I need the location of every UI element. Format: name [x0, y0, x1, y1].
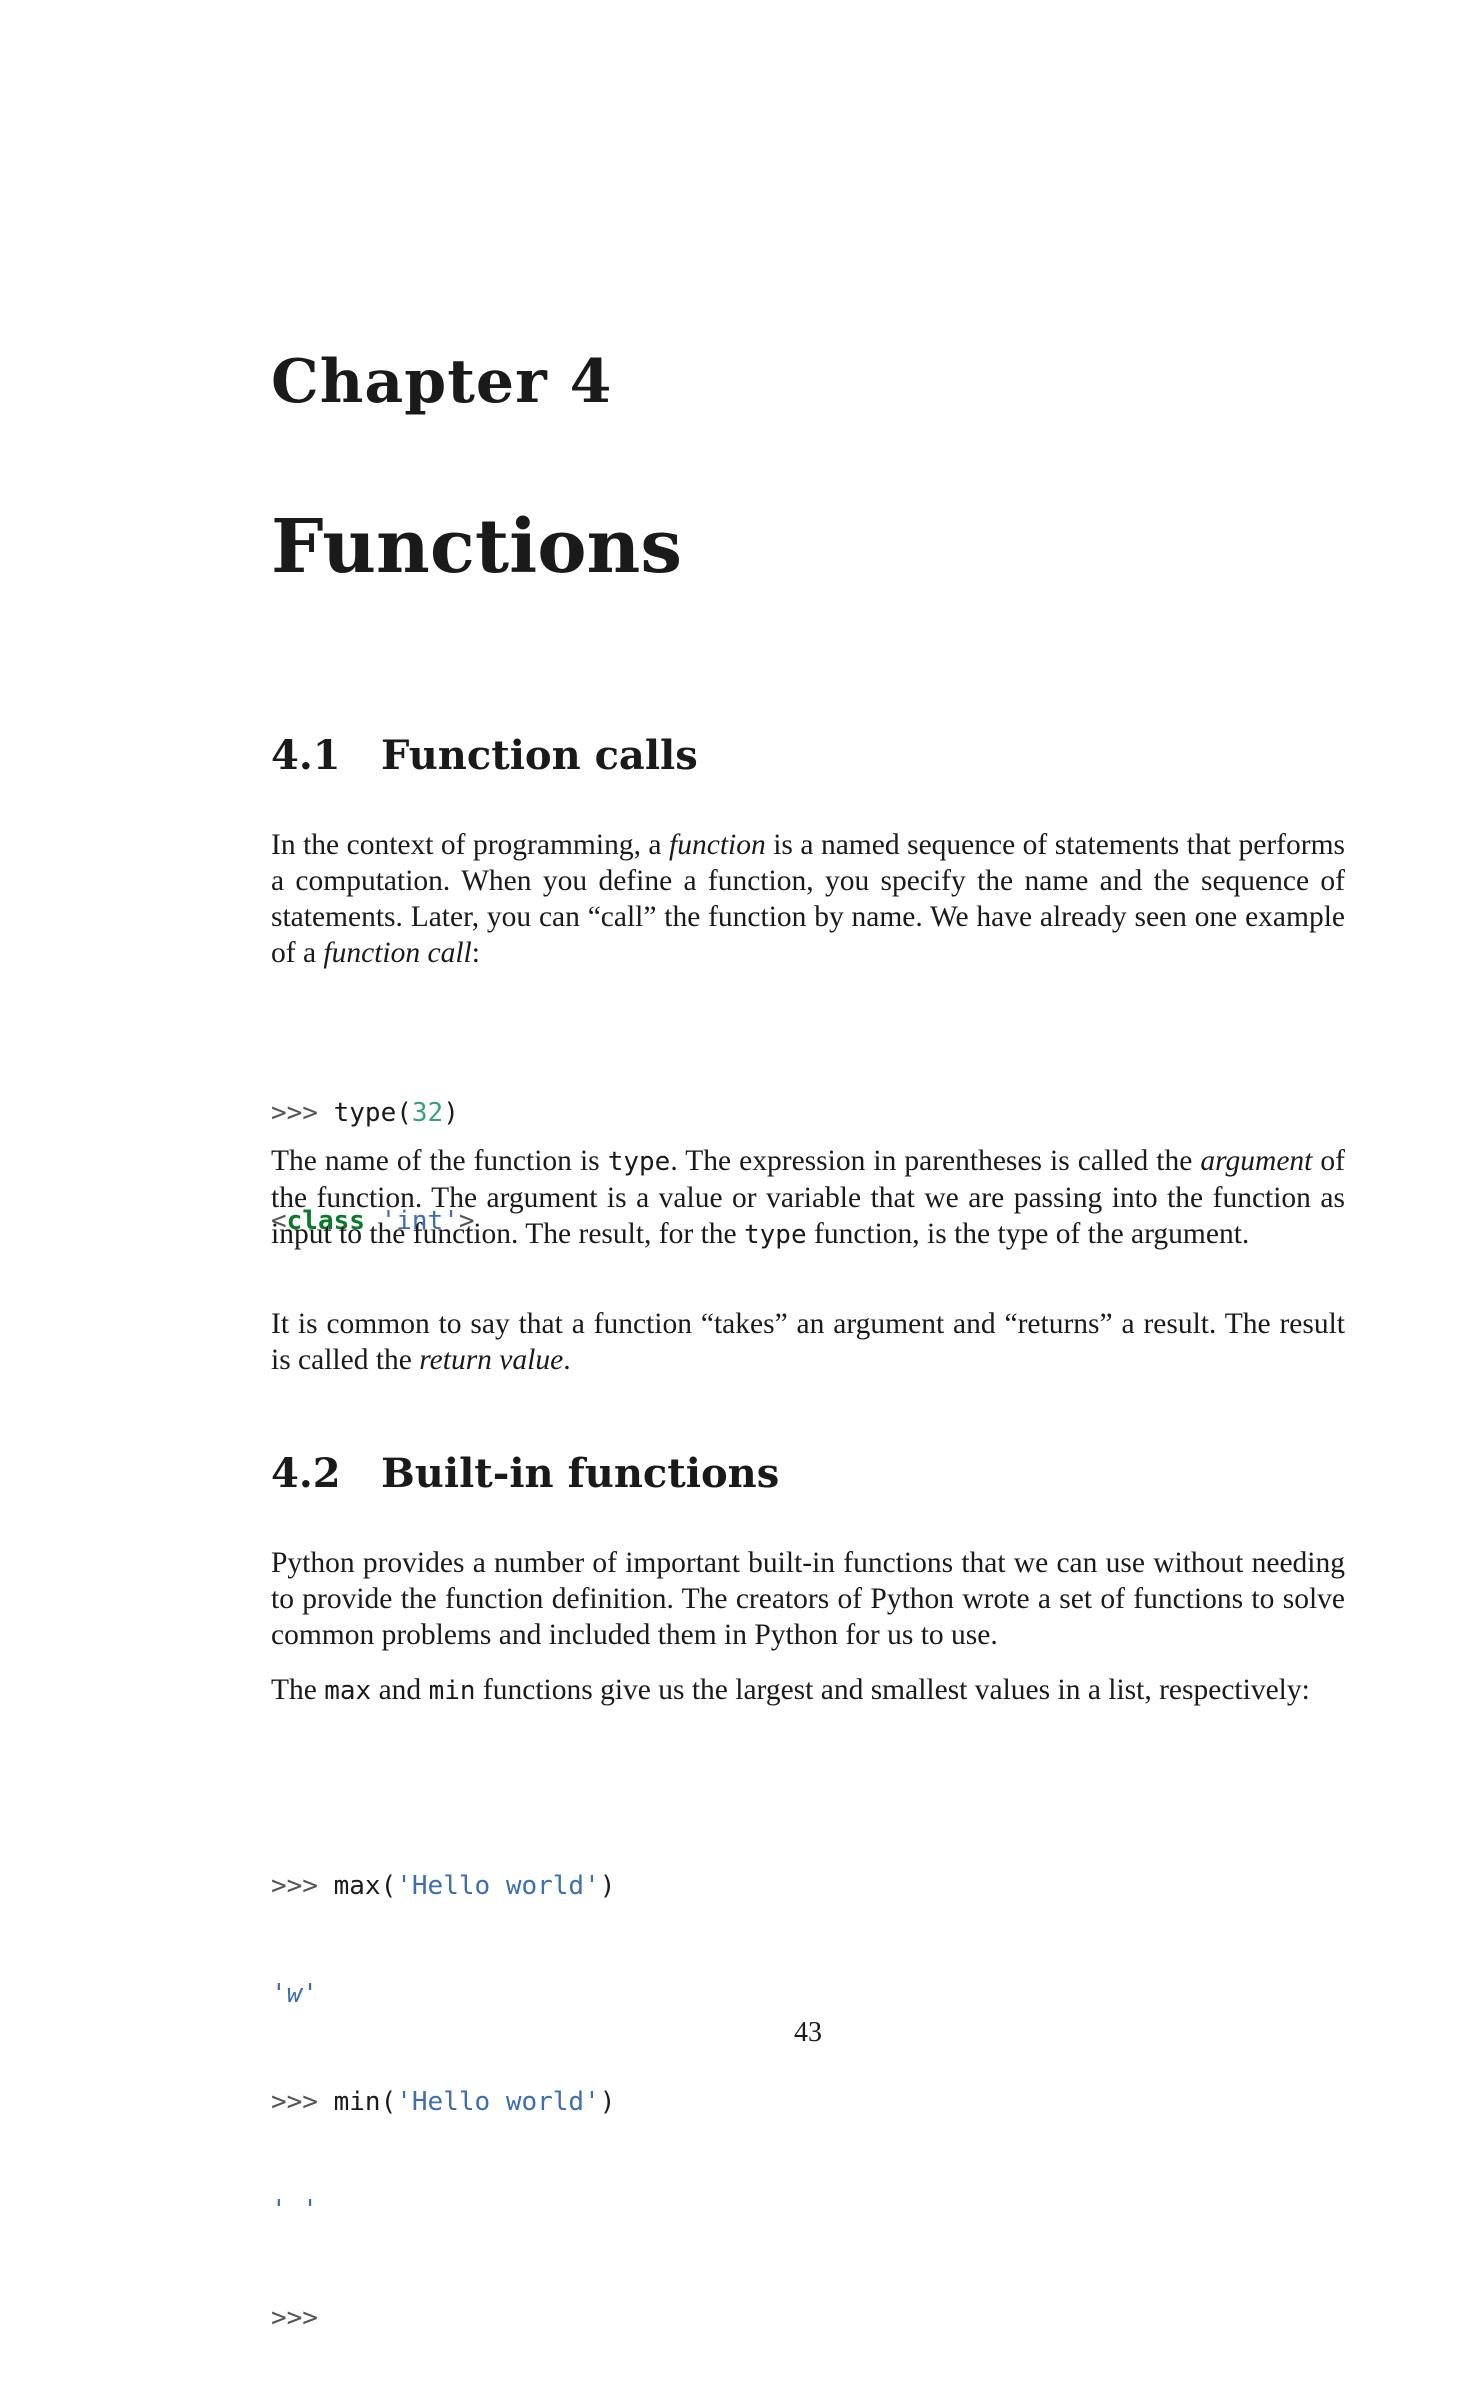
emphasis-term: return value [419, 1344, 564, 1376]
code-line: ' ' [271, 2192, 615, 2228]
code-block-max-min: >>> max('Hello world') 'w' >>> min('Hell… [271, 1796, 615, 2408]
code-line: >>> type(32) [271, 1095, 475, 1131]
code-number: 32 [411, 1098, 444, 1128]
paragraph-max-min: The max and min functions give us the la… [271, 1672, 1345, 1709]
chapter-label: Chapter 4 [271, 347, 613, 417]
emphasis-term: function call [323, 937, 472, 969]
text-run: The [271, 1674, 325, 1706]
text-run: functions give us the largest and smalle… [475, 1674, 1310, 1706]
text-run: : [471, 937, 480, 969]
code-fn: max( [333, 1871, 397, 1901]
code-output: ' ' [271, 2195, 318, 2225]
code-paren: ) [599, 1871, 616, 1901]
code-string: 'Hello world' [396, 1871, 600, 1901]
prompt: >>> [271, 2087, 318, 2117]
prompt: >>> [271, 2303, 318, 2333]
code-fn: type( [333, 1098, 412, 1128]
section-title: Built-in functions [381, 1450, 780, 1497]
code-string: 'Hello world' [396, 2087, 600, 2117]
code-output: 'w' [271, 1979, 318, 2009]
paragraph-function-definition: In the context of programming, a functio… [271, 827, 1345, 971]
text-run: . The expression in parentheses is calle… [670, 1145, 1201, 1177]
code-line: >>> min('Hello world') [271, 2084, 615, 2120]
code-line: >>> [271, 2300, 615, 2336]
prompt: >>> [271, 1098, 318, 1128]
chapter-title: Functions [271, 504, 683, 590]
section-number: 4.2 [271, 1450, 341, 1497]
section-number: 4.1 [271, 732, 341, 779]
paragraph-return-value: It is common to say that a function “tak… [271, 1306, 1345, 1378]
paragraph-argument: The name of the function is type. The ex… [271, 1143, 1345, 1253]
text-run: and [371, 1674, 429, 1706]
section-title: Function calls [381, 732, 698, 779]
section-heading-4-1: 4.1 Function calls [271, 736, 698, 776]
text-run: In the context of programming, a [271, 829, 670, 861]
section-heading-4-2: 4.2 Built-in functions [271, 1454, 779, 1494]
code-line: 'w' [271, 1976, 615, 2012]
emphasis-term: function [669, 829, 766, 861]
page-number: 43 [794, 2017, 822, 2048]
paragraph-builtin-intro: Python provides a number of important bu… [271, 1547, 1345, 1651]
inline-code: max [324, 1676, 372, 1706]
text-run: . [563, 1344, 571, 1376]
code-paren: ) [599, 2087, 616, 2117]
inline-code: min [428, 1676, 476, 1706]
prompt: >>> [271, 1871, 318, 1901]
inline-code: type [607, 1147, 671, 1177]
text-run: function, is the type of the argument. [806, 1218, 1250, 1250]
code-paren: ) [443, 1098, 459, 1128]
code-fn: min( [333, 2087, 397, 2117]
code-line: >>> max('Hello world') [271, 1868, 615, 1904]
emphasis-term: argument [1200, 1145, 1313, 1177]
text-run: The name of the function is [271, 1145, 608, 1177]
inline-code: type [744, 1220, 807, 1250]
